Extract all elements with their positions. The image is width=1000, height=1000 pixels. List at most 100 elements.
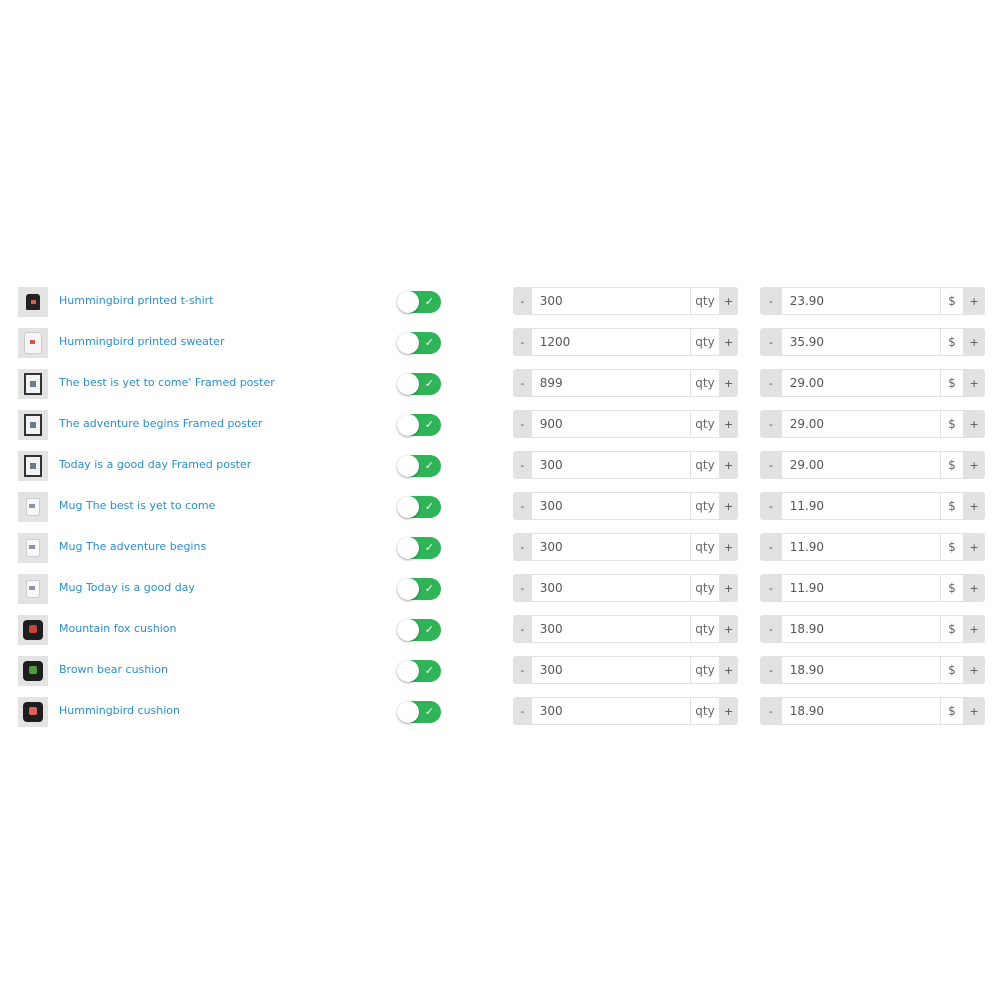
quantity-input[interactable] [531, 493, 690, 519]
quantity-input[interactable] [531, 575, 690, 601]
quantity-increment-button[interactable]: + [719, 615, 738, 643]
price-increment-button[interactable]: + [963, 492, 985, 520]
price-decrement-button[interactable]: - [760, 533, 782, 561]
product-name-link[interactable]: Mountain fox cushion [59, 622, 177, 635]
quantity-input[interactable] [531, 452, 690, 478]
price-input[interactable] [781, 370, 940, 396]
price-increment-button[interactable]: + [963, 287, 985, 315]
quantity-increment-button[interactable]: + [719, 574, 738, 602]
active-toggle[interactable]: ✓ [397, 578, 441, 600]
price-input[interactable] [781, 575, 940, 601]
price-stepper: - $ + [760, 697, 985, 725]
active-toggle[interactable]: ✓ [397, 414, 441, 436]
quantity-decrement-button[interactable]: - [513, 697, 532, 725]
price-decrement-button[interactable]: - [760, 574, 782, 602]
active-toggle[interactable]: ✓ [397, 332, 441, 354]
quantity-decrement-button[interactable]: - [513, 656, 532, 684]
active-toggle[interactable]: ✓ [397, 537, 441, 559]
quantity-decrement-button[interactable]: - [513, 615, 532, 643]
price-decrement-button[interactable]: - [760, 410, 782, 438]
price-decrement-button[interactable]: - [760, 451, 782, 479]
product-name-link[interactable]: Hummingbird printed t-shirt [59, 294, 214, 307]
product-name-link[interactable]: Mug Today is a good day [59, 581, 195, 594]
price-decrement-button[interactable]: - [760, 615, 782, 643]
price-increment-button[interactable]: + [963, 328, 985, 356]
quantity-input[interactable] [531, 657, 690, 683]
active-toggle[interactable]: ✓ [397, 455, 441, 477]
active-toggle[interactable]: ✓ [397, 701, 441, 723]
quantity-decrement-button[interactable]: - [513, 287, 532, 315]
price-input[interactable] [781, 452, 940, 478]
quantity-input[interactable] [531, 329, 690, 355]
quantity-increment-button[interactable]: + [719, 533, 738, 561]
quantity-increment-button[interactable]: + [719, 328, 738, 356]
quantity-increment-button[interactable]: + [719, 369, 738, 397]
quantity-increment-button[interactable]: + [719, 697, 738, 725]
product-name-link[interactable]: Mug The best is yet to come [59, 499, 215, 512]
product-name-link[interactable]: The adventure begins Framed poster [59, 417, 263, 430]
quantity-increment-button[interactable]: + [719, 287, 738, 315]
price-decrement-button[interactable]: - [760, 287, 782, 315]
quantity-unit-label: qty [689, 493, 720, 519]
quantity-decrement-button[interactable]: - [513, 533, 532, 561]
price-input[interactable] [781, 493, 940, 519]
price-increment-button[interactable]: + [963, 656, 985, 684]
quantity-decrement-button[interactable]: - [513, 328, 532, 356]
price-input[interactable] [781, 616, 940, 642]
quantity-decrement-button[interactable]: - [513, 574, 532, 602]
quantity-stepper: - qty + [513, 451, 738, 479]
price-increment-button[interactable]: + [963, 615, 985, 643]
check-icon: ✓ [424, 336, 434, 349]
price-increment-button[interactable]: + [963, 369, 985, 397]
price-increment-button[interactable]: + [963, 533, 985, 561]
check-icon: ✓ [424, 582, 434, 595]
quantity-input[interactable] [531, 698, 690, 724]
active-toggle[interactable]: ✓ [397, 291, 441, 313]
price-decrement-button[interactable]: - [760, 328, 782, 356]
toggle-knob [397, 701, 419, 723]
quantity-input[interactable] [531, 616, 690, 642]
quantity-input[interactable] [531, 288, 690, 314]
price-increment-button[interactable]: + [963, 574, 985, 602]
product-name-link[interactable]: The best is yet to come' Framed poster [59, 376, 275, 389]
active-toggle[interactable]: ✓ [397, 496, 441, 518]
product-name-link[interactable]: Hummingbird cushion [59, 704, 180, 717]
quantity-increment-button[interactable]: + [719, 410, 738, 438]
quantity-input[interactable] [531, 411, 690, 437]
quantity-input[interactable] [531, 534, 690, 560]
quantity-increment-button[interactable]: + [719, 656, 738, 684]
product-name-link[interactable]: Today is a good day Framed poster [59, 458, 251, 471]
check-icon: ✓ [424, 500, 434, 513]
product-name-link[interactable]: Brown bear cushion [59, 663, 168, 676]
active-toggle[interactable]: ✓ [397, 619, 441, 641]
product-thumbnail [18, 615, 48, 645]
product-list: Hummingbird printed t-shirt ✓ - qty + - … [0, 287, 1000, 738]
quantity-decrement-button[interactable]: - [513, 451, 532, 479]
price-decrement-button[interactable]: - [760, 369, 782, 397]
price-input[interactable] [781, 288, 940, 314]
price-increment-button[interactable]: + [963, 697, 985, 725]
quantity-increment-button[interactable]: + [719, 492, 738, 520]
price-input[interactable] [781, 534, 940, 560]
price-increment-button[interactable]: + [963, 410, 985, 438]
currency-label: $ [939, 575, 964, 601]
product-thumbnail [18, 328, 48, 358]
price-decrement-button[interactable]: - [760, 492, 782, 520]
quantity-increment-button[interactable]: + [719, 451, 738, 479]
active-toggle[interactable]: ✓ [397, 660, 441, 682]
active-toggle[interactable]: ✓ [397, 373, 441, 395]
product-name-link[interactable]: Mug The adventure begins [59, 540, 206, 553]
quantity-decrement-button[interactable]: - [513, 410, 532, 438]
quantity-decrement-button[interactable]: - [513, 369, 532, 397]
price-input[interactable] [781, 657, 940, 683]
price-input[interactable] [781, 411, 940, 437]
product-name-link[interactable]: Hummingbird printed sweater [59, 335, 224, 348]
price-decrement-button[interactable]: - [760, 656, 782, 684]
price-input[interactable] [781, 698, 940, 724]
price-increment-button[interactable]: + [963, 451, 985, 479]
quantity-unit-label: qty [689, 698, 720, 724]
price-decrement-button[interactable]: - [760, 697, 782, 725]
quantity-input[interactable] [531, 370, 690, 396]
quantity-decrement-button[interactable]: - [513, 492, 532, 520]
price-input[interactable] [781, 329, 940, 355]
